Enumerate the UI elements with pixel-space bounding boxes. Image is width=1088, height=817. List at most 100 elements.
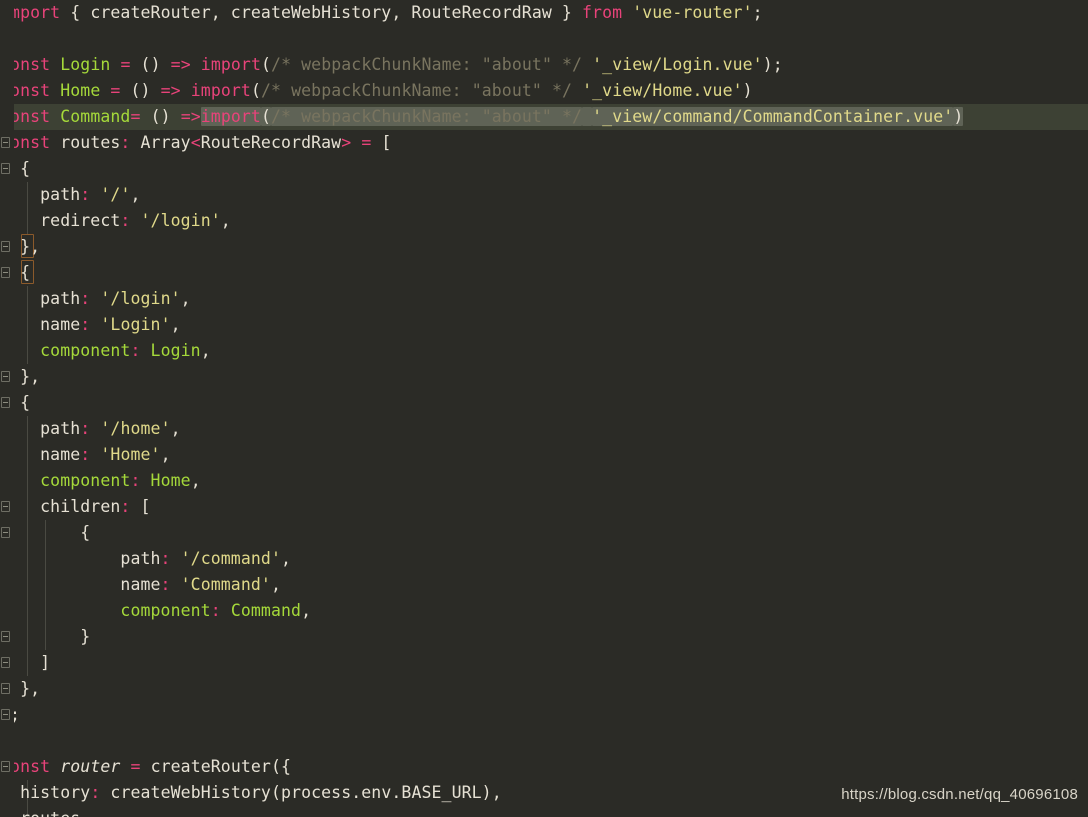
code-token: path [40, 419, 81, 438]
code-line[interactable]: children: [ [0, 494, 1088, 520]
code-token: : [120, 133, 131, 152]
code-token: ( [260, 55, 272, 74]
code-line[interactable]: import { createRouter, createWebHistory,… [0, 0, 1088, 26]
code-line-text: children: [ [0, 494, 151, 520]
fold-toggle-icon[interactable] [1, 761, 10, 772]
code-token: routes [20, 809, 80, 817]
code-line[interactable]: component: Login, [0, 338, 1088, 364]
code-line[interactable] [0, 728, 1088, 754]
code-line[interactable]: name: 'Command', [0, 572, 1088, 598]
code-token: name [40, 445, 81, 464]
code-token: ; [752, 3, 763, 22]
code-token: redirect [40, 211, 121, 230]
fold-toggle-icon[interactable] [1, 631, 10, 642]
fold-gutter[interactable] [0, 0, 14, 817]
code-token: component [40, 341, 131, 360]
code-token: > [341, 133, 352, 152]
code-line[interactable]: }, [0, 676, 1088, 702]
code-line[interactable]: { [0, 520, 1088, 546]
fold-toggle-icon[interactable] [1, 137, 10, 148]
fold-toggle-icon[interactable] [1, 501, 10, 512]
code-token: import [190, 81, 251, 100]
code-token: , [180, 289, 191, 308]
code-line[interactable]: component: Command, [0, 598, 1088, 624]
code-token: , [200, 341, 211, 360]
code-line[interactable]: routes [0, 806, 1088, 817]
code-line[interactable]: name: 'Home', [0, 442, 1088, 468]
fold-toggle-icon[interactable] [1, 683, 10, 694]
code-token: : [130, 341, 141, 360]
code-line-text: const routes: Array<RouteRecordRaw> = [ [0, 130, 391, 156]
code-token: , [270, 575, 281, 594]
code-line-text: const router = createRouter({ [0, 754, 291, 780]
code-token: : [80, 289, 91, 308]
code-content[interactable]: import { createRouter, createWebHistory,… [0, 0, 1088, 817]
code-token: : [160, 549, 171, 568]
watermark-url: https://blog.csdn.net/qq_40696108 [841, 786, 1078, 803]
code-token: = [130, 757, 141, 776]
code-token: Login [60, 55, 111, 74]
code-token: = [361, 133, 372, 152]
code-line-text: import { createRouter, createWebHistory,… [0, 0, 763, 26]
code-token: 'Home' [100, 445, 161, 464]
code-token: createRouter [150, 757, 271, 776]
fold-toggle-icon[interactable] [1, 241, 10, 252]
code-line[interactable]: path: '/login', [0, 286, 1088, 312]
selected-token: ) [953, 107, 964, 126]
code-line[interactable]: { [0, 390, 1088, 416]
code-token: : [120, 497, 131, 516]
code-line[interactable]: component: Home, [0, 468, 1088, 494]
code-line[interactable]: redirect: '/login', [0, 208, 1088, 234]
code-token: = [120, 55, 131, 74]
code-line[interactable]: ]; [0, 702, 1088, 728]
code-line[interactable]: path: '/', [0, 182, 1088, 208]
fold-toggle-icon[interactable] [1, 527, 10, 538]
code-line-text: component: Command, [0, 598, 311, 624]
code-line[interactable]: path: '/home', [0, 416, 1088, 442]
code-line[interactable]: const Command= () =>import(/* webpackChu… [0, 104, 1088, 130]
code-token: name [120, 575, 161, 594]
code-line[interactable]: const routes: Array<RouteRecordRaw> = [ [0, 130, 1088, 156]
code-line[interactable]: const router = createRouter({ [0, 754, 1088, 780]
selected-token [582, 107, 593, 126]
code-token: ) [742, 81, 753, 100]
code-line[interactable]: } [0, 624, 1088, 650]
code-token: => [180, 107, 201, 126]
code-line[interactable] [0, 26, 1088, 52]
code-line[interactable]: { [0, 260, 1088, 286]
code-line[interactable]: }, [0, 234, 1088, 260]
code-line[interactable]: const Login = () => import(/* webpackChu… [0, 52, 1088, 78]
code-line-text: name: 'Command', [0, 572, 281, 598]
code-editor[interactable]: import { createRouter, createWebHistory,… [0, 0, 1088, 817]
fold-toggle-icon[interactable] [1, 163, 10, 174]
code-line[interactable]: name: 'Login', [0, 312, 1088, 338]
code-token: Command [60, 107, 131, 126]
fold-toggle-icon[interactable] [1, 657, 10, 668]
code-line[interactable]: const Home = () => import(/* webpackChun… [0, 78, 1088, 104]
code-line[interactable]: { [0, 156, 1088, 182]
fold-toggle-icon[interactable] [1, 371, 10, 382]
code-token: , [130, 185, 141, 204]
code-line-text: component: Login, [0, 338, 211, 364]
code-line[interactable]: ] [0, 650, 1088, 676]
code-token: '_view/Home.vue' [582, 81, 743, 100]
code-line[interactable]: }, [0, 364, 1088, 390]
fold-toggle-icon[interactable] [1, 397, 10, 408]
code-token: component [120, 601, 211, 620]
fold-toggle-icon[interactable] [1, 267, 10, 278]
code-token: : [90, 783, 101, 802]
code-line[interactable]: path: '/command', [0, 546, 1088, 572]
code-line-text: redirect: '/login', [0, 208, 231, 234]
fold-toggle-icon[interactable] [1, 709, 10, 720]
